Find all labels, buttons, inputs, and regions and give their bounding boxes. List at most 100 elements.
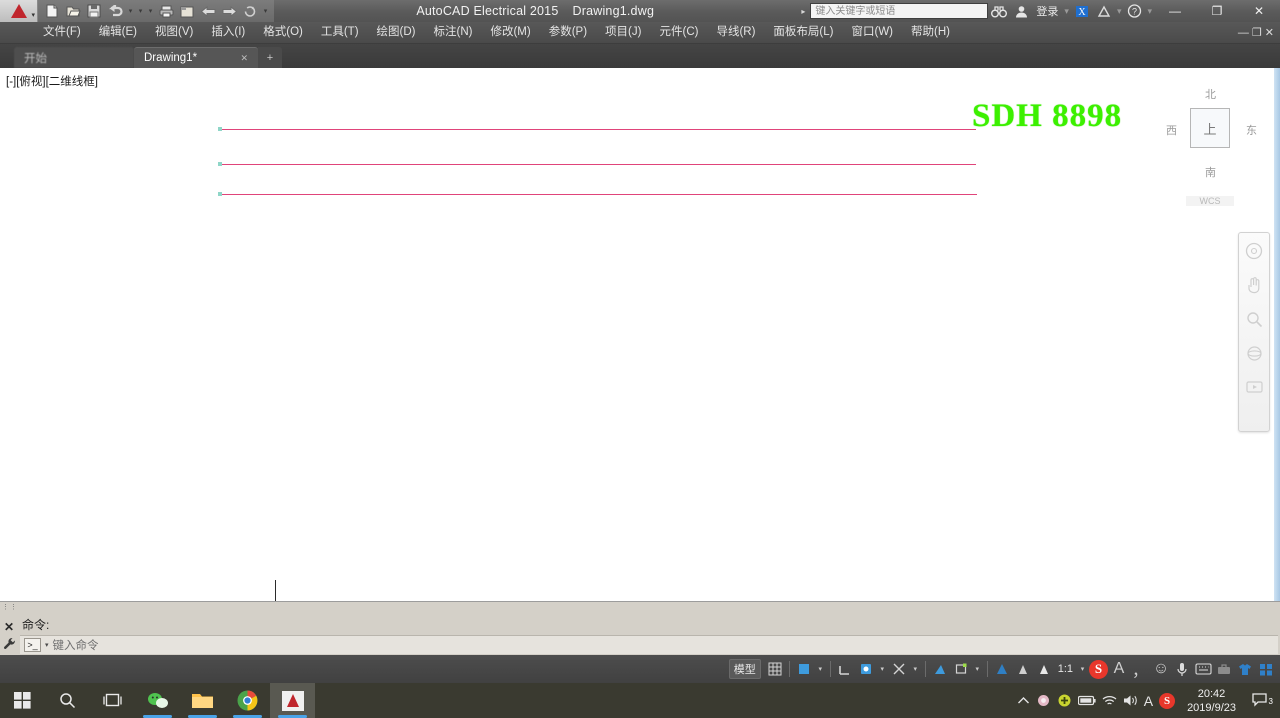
new-file-icon[interactable] (42, 2, 62, 21)
wire-line-3[interactable] (218, 192, 977, 196)
forward-arrow-icon[interactable] (219, 2, 239, 21)
file-explorer-button[interactable] (180, 683, 225, 718)
chrome-button[interactable] (225, 683, 270, 718)
autodesk-exchange-icon[interactable]: X (1071, 0, 1093, 22)
command-input-row[interactable]: >_ ▾ 键入命令 (20, 635, 1278, 654)
command-input[interactable]: 键入命令 (53, 637, 99, 653)
close-icon[interactable]: ✕ (240, 53, 248, 64)
wifi-icon[interactable] (1102, 695, 1117, 707)
otrack-icon[interactable] (930, 659, 950, 679)
transparency-icon[interactable] (992, 659, 1012, 679)
view-cube-south-label[interactable]: 南 (1205, 164, 1216, 180)
menu-item-wire[interactable]: 导线(R) (707, 22, 764, 43)
search-expand-icon[interactable]: ▸ (796, 7, 810, 16)
drawing-canvas[interactable]: [-][俯视][二维线框] SDH 8898 上 北 南 西 东 WCS (0, 68, 1280, 601)
wrench-icon[interactable] (3, 637, 16, 655)
minimize-button[interactable]: — (1154, 0, 1196, 22)
document-close-button[interactable]: ✕ (1265, 26, 1274, 39)
menu-item-panel-layout[interactable]: 面板布局(L) (764, 22, 842, 43)
osnap-dropdown-caret-icon[interactable]: ▾ (910, 665, 921, 673)
wire-line-2[interactable] (218, 162, 976, 166)
task-view-button[interactable] (90, 683, 135, 718)
menu-item-modify[interactable]: 修改(M) (481, 22, 539, 43)
qat-extra-caret-icon[interactable]: ▾ (146, 7, 155, 15)
ime-emoji-icon[interactable]: ☺ (1151, 659, 1171, 679)
menu-item-dimension[interactable]: 标注(N) (425, 22, 482, 43)
notification-center-button[interactable]: 3 (1248, 692, 1274, 709)
view-cube[interactable]: 上 北 南 西 东 WCS (1160, 78, 1260, 206)
application-menu-button[interactable]: ▾ (0, 0, 38, 22)
taskbar-clock[interactable]: 20:42 2019/9/23 (1181, 687, 1242, 715)
undo-dropdown-caret-icon[interactable]: ▾ (126, 7, 135, 15)
autocad-button[interactable] (270, 683, 315, 718)
help-icon[interactable]: ? (1123, 0, 1145, 22)
back-arrow-icon[interactable] (198, 2, 218, 21)
qat-customize-caret-icon[interactable]: ▾ (261, 7, 270, 15)
redo-dropdown-caret-icon[interactable]: ▾ (136, 7, 145, 15)
open-file-icon[interactable] (63, 2, 83, 21)
menu-item-component[interactable]: 元件(C) (650, 22, 707, 43)
undo-icon[interactable] (105, 2, 125, 21)
search-input[interactable]: 键入关键字或短语 (810, 3, 989, 19)
menu-item-edit[interactable]: 编辑(E) (90, 22, 146, 43)
command-window[interactable]: ⋮⋮ ✕ 命令: >_ ▾ 键入命令 (0, 601, 1280, 655)
lineweight-dropdown-caret-icon[interactable]: ▾ (972, 665, 983, 673)
print-icon[interactable] (156, 2, 176, 21)
volume-icon[interactable] (1123, 694, 1138, 707)
menu-item-format[interactable]: 格式(O) (254, 22, 312, 43)
grid-display-icon[interactable] (765, 659, 785, 679)
showmotion-icon[interactable] (1244, 377, 1264, 397)
view-cube-north-label[interactable]: 北 (1205, 86, 1216, 102)
steering-wheel-icon[interactable] (1244, 241, 1264, 261)
sync-icon[interactable] (240, 2, 260, 21)
chevron-down-icon[interactable]: ▾ (45, 641, 49, 649)
menu-item-help[interactable]: 帮助(H) (902, 22, 959, 43)
update-shield-icon[interactable] (1057, 693, 1072, 708)
annotation-scale[interactable]: 1:1 (1055, 663, 1076, 675)
menu-item-insert[interactable]: 插入(I) (202, 22, 254, 43)
ortho-mode-icon[interactable] (835, 659, 855, 679)
snap-mode-icon[interactable] (794, 659, 814, 679)
ucs-selector[interactable]: WCS (1186, 196, 1234, 206)
snap-dropdown-caret-icon[interactable]: ▾ (815, 665, 826, 673)
menu-item-file[interactable]: 文件(F) (34, 22, 90, 43)
document-minimize-button[interactable]: — (1238, 27, 1249, 39)
navigation-bar[interactable] (1238, 232, 1270, 432)
user-account-icon[interactable] (1010, 0, 1032, 22)
menu-item-window[interactable]: 窗口(W) (842, 22, 902, 43)
ime-skin-icon[interactable] (1235, 659, 1255, 679)
document-restore-button[interactable]: ❐ (1252, 26, 1262, 39)
chevron-down-icon[interactable]: ▾ (31, 11, 35, 19)
menu-item-view[interactable]: 视图(V) (146, 22, 202, 43)
polar-dropdown-caret-icon[interactable]: ▾ (877, 665, 888, 673)
polar-tracking-icon[interactable] (856, 659, 876, 679)
view-cube-top-face[interactable]: 上 (1190, 108, 1230, 148)
ime-mode-icon[interactable]: A (1109, 659, 1129, 679)
new-tab-button[interactable]: + (258, 47, 282, 68)
selection-cycling-icon[interactable] (1013, 659, 1033, 679)
ime-voice-icon[interactable] (1172, 659, 1192, 679)
model-space-button[interactable]: 模型 (728, 659, 761, 679)
menu-item-draw[interactable]: 绘图(D) (368, 22, 425, 43)
close-button[interactable]: ✕ (1238, 0, 1280, 22)
ime-indicator[interactable]: A (1144, 693, 1153, 709)
search-binoculars-icon[interactable] (988, 0, 1010, 22)
signin-button[interactable]: 登录 (1032, 3, 1062, 19)
360-security-icon[interactable] (1036, 693, 1051, 708)
ime-punctuation-icon[interactable]: ， (1130, 659, 1150, 680)
lineweight-icon[interactable] (951, 659, 971, 679)
view-cube-east-label[interactable]: 东 (1246, 122, 1257, 138)
viewport-label[interactable]: [-][俯视][二维线框] (6, 73, 98, 89)
wire-line-1[interactable] (218, 127, 976, 131)
wechat-button[interactable] (135, 683, 180, 718)
scale-dropdown-caret-icon[interactable]: ▾ (1077, 665, 1088, 673)
battery-icon[interactable] (1077, 695, 1096, 706)
maximize-button[interactable]: ❐ (1196, 0, 1238, 22)
show-hidden-icons-chevron-icon[interactable] (1017, 696, 1030, 706)
save-icon[interactable] (84, 2, 104, 21)
close-icon[interactable]: ✕ (4, 620, 14, 634)
drag-handle-icon[interactable]: ⋮⋮ (2, 603, 18, 611)
pan-hand-icon[interactable] (1244, 275, 1264, 295)
object-snap-icon[interactable] (889, 659, 909, 679)
ime-toolbox-icon[interactable] (1214, 659, 1234, 679)
